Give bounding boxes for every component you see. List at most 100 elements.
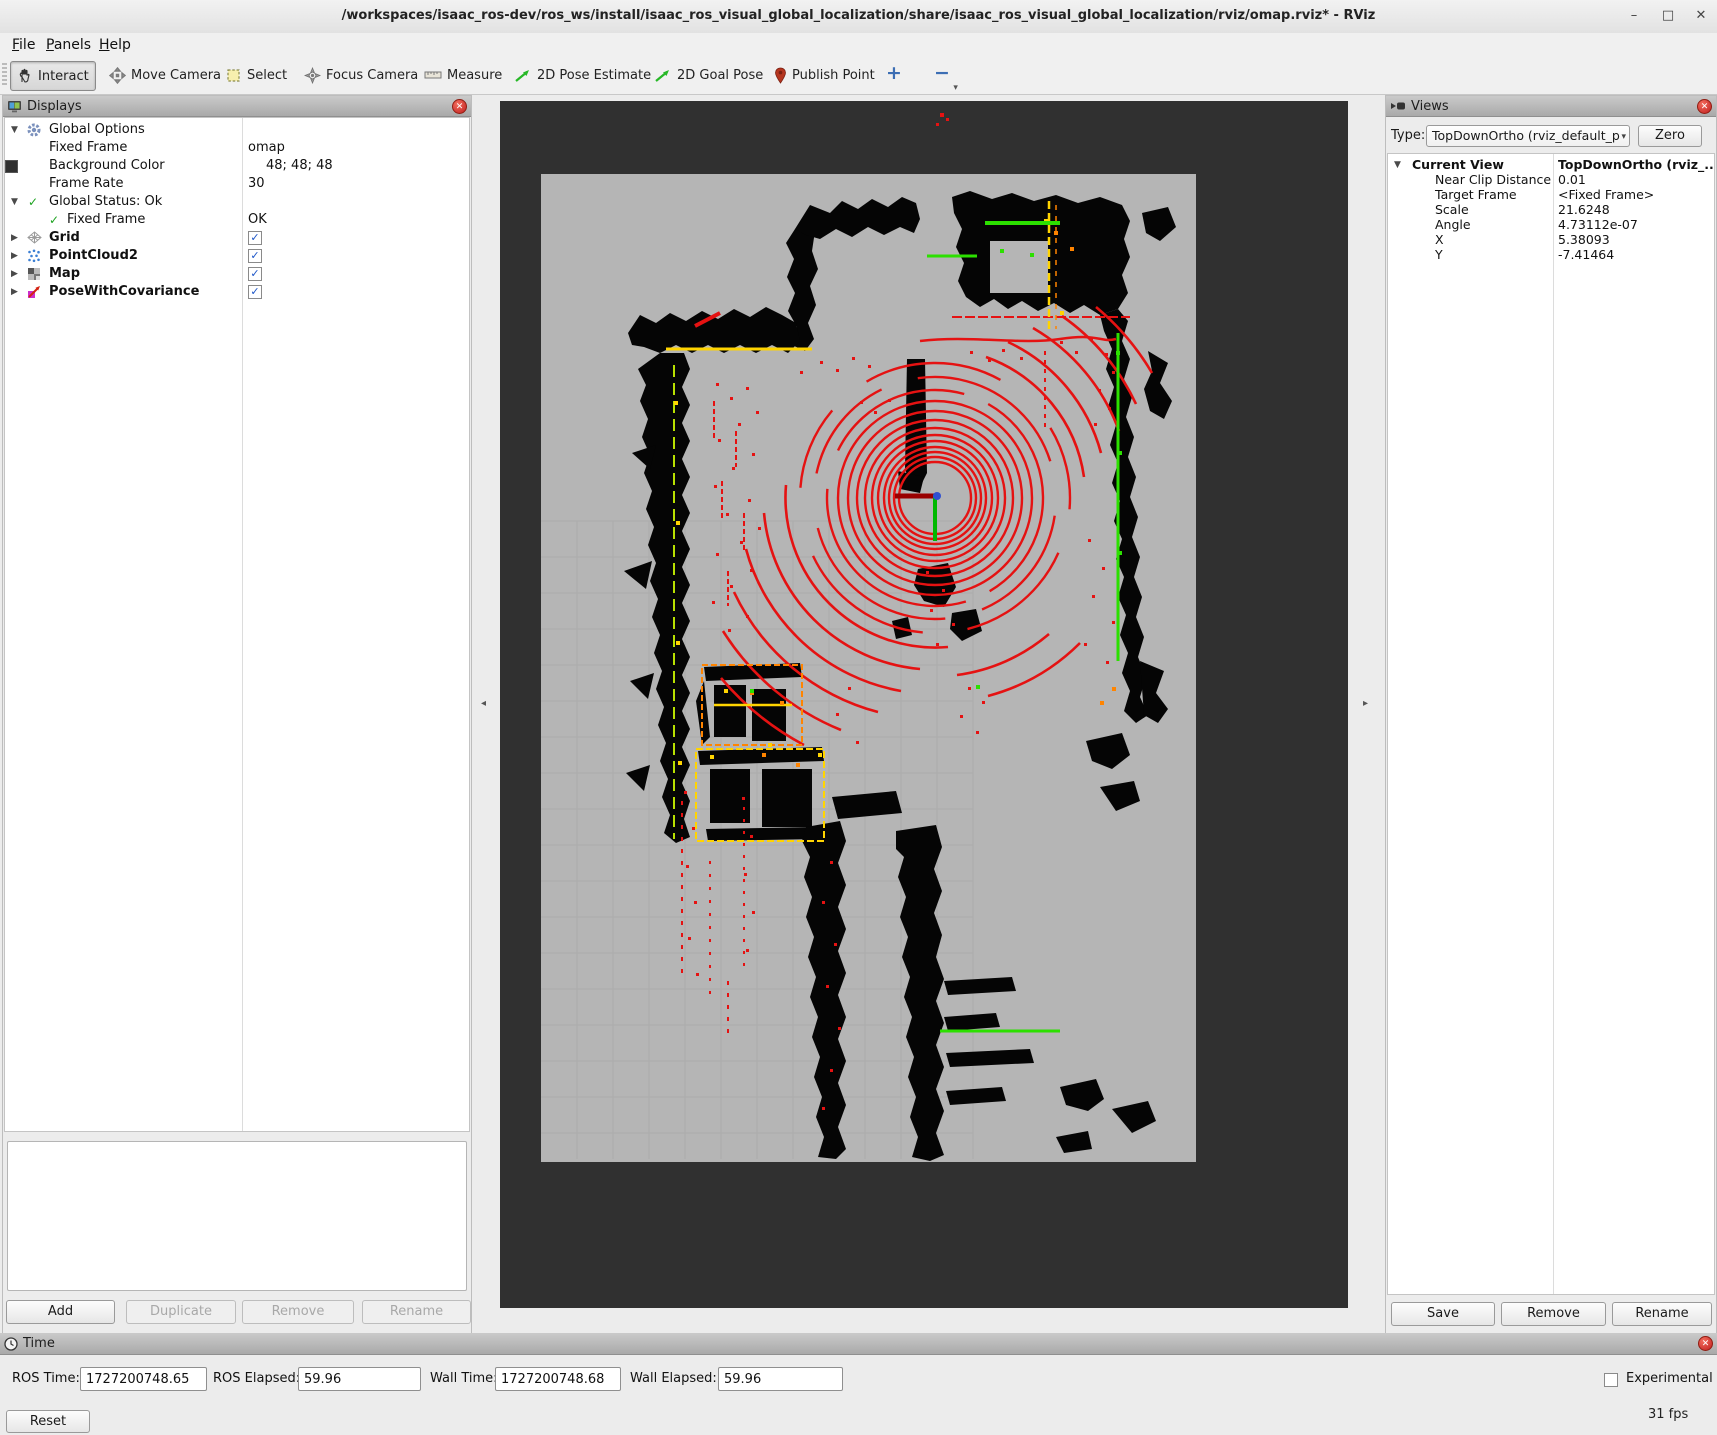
wall-time-label: Wall Time: bbox=[430, 1367, 498, 1391]
menu-panels-rest: anels bbox=[54, 37, 91, 53]
publish-point-tool-button[interactable]: Publish Point bbox=[768, 61, 881, 89]
close-window-icon[interactable]: ✕ bbox=[1688, 6, 1714, 26]
title-bar[interactable]: /workspaces/isaac_ros-dev/ros_ws/install… bbox=[0, 0, 1717, 34]
publish-point-pin-icon bbox=[774, 67, 787, 84]
status-ok-check-icon: ✓ bbox=[49, 211, 59, 229]
tree-row-grid[interactable]: ▶ Grid ✓ bbox=[5, 229, 469, 247]
tree-row-frame-rate[interactable]: Frame Rate 30 bbox=[5, 175, 469, 193]
map-checkbox[interactable]: ✓ bbox=[248, 267, 262, 281]
rename-display-button[interactable]: Rename bbox=[362, 1300, 471, 1324]
tree-row-pointcloud2[interactable]: ▶ PointCloud2 ✓ bbox=[5, 247, 469, 265]
select-icon bbox=[226, 67, 242, 83]
menu-panels[interactable]: Panels bbox=[42, 36, 95, 54]
reset-button[interactable]: Reset bbox=[6, 1410, 90, 1433]
3d-viewport[interactable] bbox=[500, 101, 1348, 1308]
gear-icon bbox=[27, 123, 41, 137]
right-splitter-collapse-arrow[interactable]: ▸ bbox=[1363, 698, 1368, 709]
wall-elapsed-input[interactable] bbox=[718, 1367, 843, 1391]
pose-estimate-tool-label: 2D Pose Estimate bbox=[537, 68, 651, 83]
expander-closed-icon[interactable]: ▶ bbox=[11, 247, 18, 265]
chevron-down-icon: ▾ bbox=[953, 83, 958, 93]
left-splitter-collapse-arrow[interactable]: ◂ bbox=[481, 698, 486, 709]
remove-view-button[interactable]: Remove bbox=[1501, 1302, 1606, 1326]
hand-icon bbox=[17, 68, 33, 84]
tree-row-background-color[interactable]: Background Color 48; 48; 48 bbox=[5, 157, 469, 175]
expander-closed-icon[interactable]: ▶ bbox=[11, 229, 18, 247]
pose-estimate-tool-button[interactable]: 2D Pose Estimate bbox=[508, 61, 657, 89]
menu-help[interactable]: Help bbox=[95, 36, 135, 54]
move-camera-tool-button[interactable]: Move Camera bbox=[103, 61, 227, 89]
remove-tool-button[interactable]: −▾ bbox=[928, 59, 956, 87]
tree-row-current-view[interactable]: ▼ Current View TopDownOrtho (rviz_... bbox=[1388, 157, 1714, 172]
focus-camera-tool-button[interactable]: Focus Camera bbox=[298, 61, 424, 89]
status-ok-check-icon: ✓ bbox=[28, 193, 38, 211]
tree-row-fixed-frame[interactable]: Fixed Frame omap bbox=[5, 139, 469, 157]
tree-row-map[interactable]: ▶ Map ✓ bbox=[5, 265, 469, 283]
duplicate-display-button[interactable]: Duplicate bbox=[126, 1300, 236, 1324]
tree-row-angle[interactable]: Angle 4.73112e-07 bbox=[1388, 217, 1714, 232]
displays-close-icon[interactable]: ✕ bbox=[452, 99, 467, 114]
tree-row-near-clip[interactable]: Near Clip Distance 0.01 bbox=[1388, 172, 1714, 187]
add-display-button[interactable]: Add bbox=[6, 1300, 115, 1324]
time-panel-title: Time bbox=[23, 1336, 55, 1351]
time-close-icon[interactable]: ✕ bbox=[1698, 1336, 1713, 1351]
experimental-checkbox[interactable] bbox=[1604, 1373, 1618, 1387]
displays-panel: Displays ✕ ▼ Global Options Fixed Frame … bbox=[2, 95, 472, 1334]
menu-file-accel: F bbox=[12, 37, 19, 53]
view-type-combo[interactable]: TopDownOrtho (rviz_default_p ▾ bbox=[1426, 125, 1630, 147]
tree-row-y[interactable]: Y -7.41464 bbox=[1388, 247, 1714, 262]
tree-row-scale[interactable]: Scale 21.6248 bbox=[1388, 202, 1714, 217]
displays-panel-header[interactable]: Displays ✕ bbox=[3, 96, 471, 117]
wall-time-input[interactable] bbox=[495, 1367, 621, 1391]
measure-tool-button[interactable]: Measure bbox=[418, 61, 508, 89]
expander-open-icon[interactable]: ▼ bbox=[11, 193, 18, 211]
grid-checkbox[interactable]: ✓ bbox=[248, 231, 262, 245]
zero-button[interactable]: Zero bbox=[1638, 125, 1702, 147]
goal-pose-tool-label: 2D Goal Pose bbox=[677, 68, 763, 83]
remove-display-button[interactable]: Remove bbox=[242, 1300, 354, 1324]
expander-open-icon[interactable]: ▼ bbox=[11, 121, 18, 139]
time-panel: Time ✕ ROS Time: ROS Elapsed: Wall Time:… bbox=[0, 1333, 1717, 1435]
ros-time-input[interactable] bbox=[80, 1367, 207, 1391]
menu-bar: File Panels Help bbox=[0, 33, 1717, 58]
menu-file-rest: ile bbox=[19, 37, 35, 53]
minimize-icon[interactable]: – bbox=[1621, 6, 1647, 26]
tree-row-x[interactable]: X 5.38093 bbox=[1388, 232, 1714, 247]
expander-closed-icon[interactable]: ▶ bbox=[11, 283, 18, 301]
displays-icon bbox=[7, 100, 22, 113]
maximize-icon[interactable]: □ bbox=[1655, 6, 1681, 26]
rename-view-button[interactable]: Rename bbox=[1612, 1302, 1712, 1326]
interact-tool-label: Interact bbox=[38, 69, 89, 84]
tree-row-target-frame[interactable]: Target Frame <Fixed Frame> bbox=[1388, 187, 1714, 202]
toolbar-drag-handle[interactable] bbox=[2, 63, 7, 87]
displays-tree: ▼ Global Options Fixed Frame omap Backgr… bbox=[4, 117, 470, 1132]
views-panel-header[interactable]: Views ✕ bbox=[1386, 96, 1716, 117]
views-panel: Views ✕ Type: TopDownOrtho (rviz_default… bbox=[1385, 95, 1717, 1334]
time-panel-header[interactable]: Time ✕ bbox=[0, 1333, 1717, 1355]
views-column-divider[interactable] bbox=[1553, 154, 1554, 1294]
ros-time-label: ROS Time: bbox=[12, 1367, 80, 1391]
select-tool-button[interactable]: Select bbox=[220, 61, 293, 89]
displays-panel-title: Displays bbox=[27, 99, 82, 114]
interact-tool-button[interactable]: Interact bbox=[10, 61, 96, 91]
tree-row-global-status[interactable]: ▼ ✓ Global Status: Ok bbox=[5, 193, 469, 211]
color-swatch[interactable] bbox=[5, 160, 18, 173]
save-view-button[interactable]: Save bbox=[1391, 1302, 1495, 1326]
measure-icon bbox=[424, 68, 442, 82]
expander-open-icon[interactable]: ▼ bbox=[1394, 158, 1401, 173]
tree-row-status-fixed-frame[interactable]: ✓ Fixed Frame OK bbox=[5, 211, 469, 229]
views-close-icon[interactable]: ✕ bbox=[1697, 99, 1712, 114]
select-tool-label: Select bbox=[247, 68, 287, 83]
expander-closed-icon[interactable]: ▶ bbox=[11, 265, 18, 283]
rviz-window: /workspaces/isaac_ros-dev/ros_ws/install… bbox=[0, 0, 1717, 1435]
tree-row-posewithcovariance[interactable]: ▶ PoseWithCovariance ✓ bbox=[5, 283, 469, 301]
tree-row-global-options[interactable]: ▼ Global Options bbox=[5, 121, 469, 139]
pointcloud2-checkbox[interactable]: ✓ bbox=[248, 249, 262, 263]
menu-file[interactable]: File bbox=[8, 36, 39, 54]
move-camera-tool-label: Move Camera bbox=[131, 68, 221, 83]
goal-pose-tool-button[interactable]: 2D Goal Pose bbox=[648, 61, 769, 89]
add-tool-button[interactable]: + bbox=[880, 59, 908, 87]
posewithcovariance-checkbox[interactable]: ✓ bbox=[248, 285, 262, 299]
ros-elapsed-input[interactable] bbox=[298, 1367, 421, 1391]
pose-estimate-arrow-icon bbox=[514, 67, 532, 83]
